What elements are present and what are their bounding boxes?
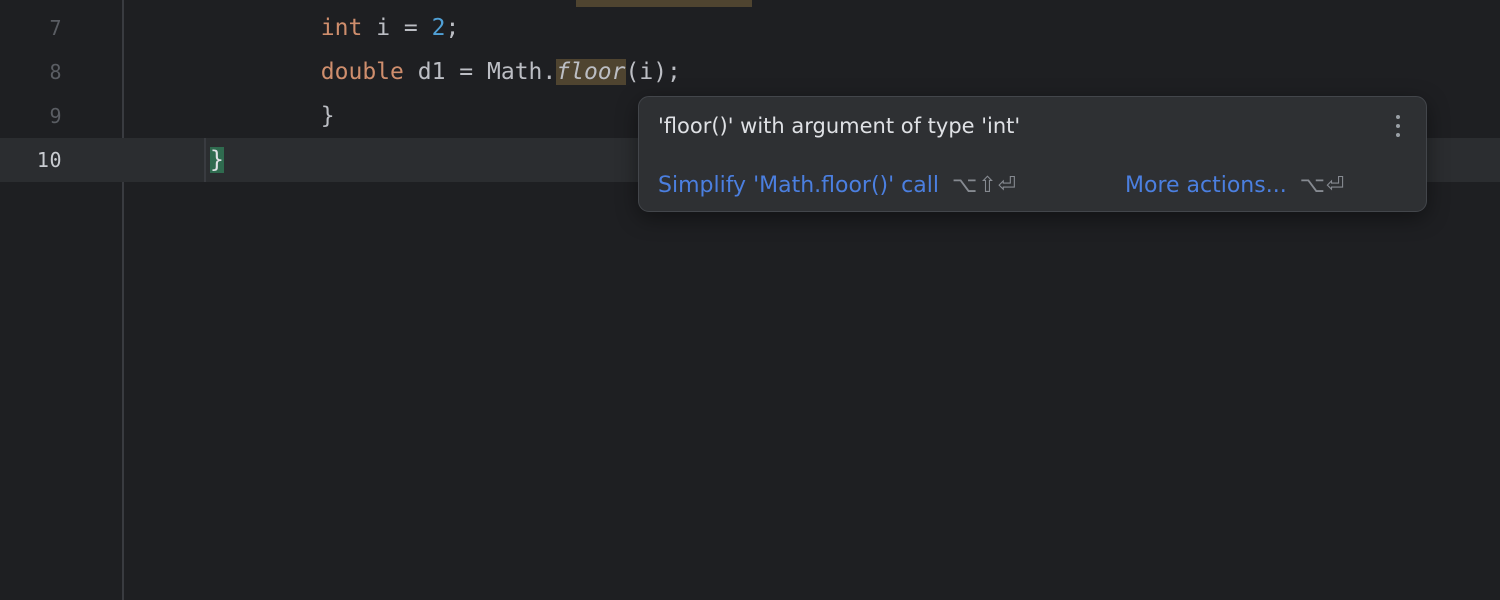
- intention-action-popup[interactable]: 'floor()' with argument of type 'int' Si…: [638, 96, 1427, 212]
- simplify-call-label: Simplify 'Math.floor()' call: [658, 172, 939, 198]
- simplify-call-action[interactable]: Simplify 'Math.floor()' call ⌥⇧⏎: [658, 157, 1017, 213]
- fold-region-divider: [204, 138, 206, 182]
- token-punct: =: [459, 59, 474, 85]
- token-number: 2: [431, 15, 446, 41]
- code-text[interactable]: }: [210, 138, 224, 182]
- simplify-call-shortcut: ⌥⇧⏎: [951, 172, 1018, 198]
- more-actions-shortcut: ⌥⏎: [1299, 172, 1346, 198]
- token-punct: ;: [445, 15, 460, 41]
- code-line-8[interactable]: 8 double d1 = Math.floor(i);: [0, 50, 1500, 94]
- kebab-dot: [1396, 133, 1400, 137]
- kebab-menu-icon[interactable]: [1387, 111, 1409, 141]
- more-actions-label: More actions...: [1125, 172, 1287, 198]
- token-class: Math: [487, 59, 543, 85]
- token-punct: }: [320, 103, 335, 129]
- popup-actions-row: Simplify 'Math.floor()' call ⌥⇧⏎ More ac…: [639, 157, 1426, 213]
- more-actions-action[interactable]: More actions... ⌥⏎: [1125, 157, 1346, 213]
- token-identifier: i: [376, 15, 391, 41]
- line-number: 10: [36, 148, 62, 172]
- line-number: 9: [49, 104, 62, 128]
- token-keyword: double: [320, 59, 404, 85]
- code-editor[interactable]: 7 int i = 2; 8 double d1 = Math.floor(i);…: [0, 0, 1500, 600]
- code-line-7[interactable]: 7 int i = 2;: [0, 6, 1500, 50]
- kebab-dot: [1396, 124, 1400, 128]
- token-punct: }: [210, 147, 224, 173]
- code-text[interactable]: int i = 2;: [210, 6, 460, 50]
- kebab-dot: [1396, 115, 1400, 119]
- token-keyword: int: [320, 15, 363, 41]
- token-punct: (i);: [625, 59, 681, 85]
- token-identifier: d1: [417, 59, 446, 85]
- popup-title: 'floor()' with argument of type 'int': [658, 114, 1021, 138]
- line-number: 8: [49, 60, 62, 84]
- line-number: 7: [49, 16, 62, 40]
- code-text[interactable]: double d1 = Math.floor(i);: [210, 50, 681, 94]
- code-text[interactable]: }: [210, 94, 335, 138]
- token-punct: =: [403, 15, 418, 41]
- token-punct: .: [542, 59, 557, 85]
- token-method: floor: [556, 59, 626, 85]
